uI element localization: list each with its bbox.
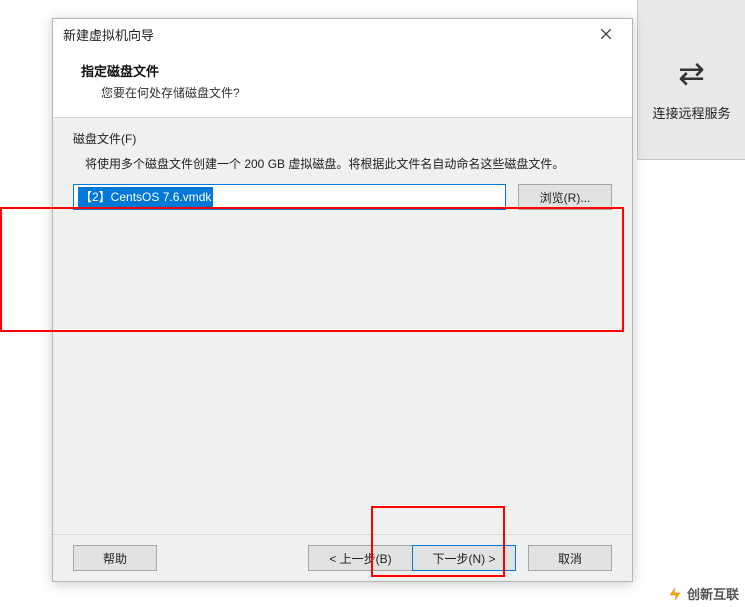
disk-file-input[interactable]: 【2】CentsOS 7.6.vmdk <box>73 184 506 210</box>
remote-service-label: 连接远程服务 <box>652 103 730 122</box>
titlebar: 新建虚拟机向导 <box>53 19 632 49</box>
wizard-heading: 指定磁盘文件 <box>81 61 612 80</box>
close-icon <box>601 29 611 39</box>
file-row: 【2】CentsOS 7.6.vmdk 浏览(R)... <box>73 184 612 210</box>
close-button[interactable] <box>586 21 626 47</box>
wizard-subtext: 您要在何处存储磁盘文件? <box>101 84 612 101</box>
dialog-title: 新建虚拟机向导 <box>63 25 586 44</box>
swap-arrows-icon: ⇄ <box>678 57 705 89</box>
disk-file-value: 【2】CentsOS 7.6.vmdk <box>78 187 213 207</box>
spark-icon <box>667 586 683 602</box>
browse-button[interactable]: 浏览(R)... <box>518 184 612 210</box>
wizard-footer: 帮助 < 上一步(B) 下一步(N) > 取消 <box>53 535 632 581</box>
new-vm-wizard-dialog: 新建虚拟机向导 指定磁盘文件 您要在何处存储磁盘文件? 磁盘文件(F) 将使用多… <box>52 18 633 582</box>
wizard-header: 指定磁盘文件 您要在何处存储磁盘文件? <box>53 49 632 117</box>
help-button[interactable]: 帮助 <box>73 545 157 571</box>
remote-service-panel[interactable]: ⇄ 连接远程服务 <box>637 0 745 160</box>
watermark: 创新互联 <box>667 584 739 603</box>
disk-file-group-desc: 将使用多个磁盘文件创建一个 200 GB 虚拟磁盘。将根据此文件名自动命名这些磁… <box>85 155 612 174</box>
next-button[interactable]: 下一步(N) > <box>412 545 516 571</box>
back-button[interactable]: < 上一步(B) <box>308 545 412 571</box>
cancel-button[interactable]: 取消 <box>528 545 612 571</box>
disk-file-group-label: 磁盘文件(F) <box>73 130 612 147</box>
wizard-body: 磁盘文件(F) 将使用多个磁盘文件创建一个 200 GB 虚拟磁盘。将根据此文件… <box>53 117 632 535</box>
